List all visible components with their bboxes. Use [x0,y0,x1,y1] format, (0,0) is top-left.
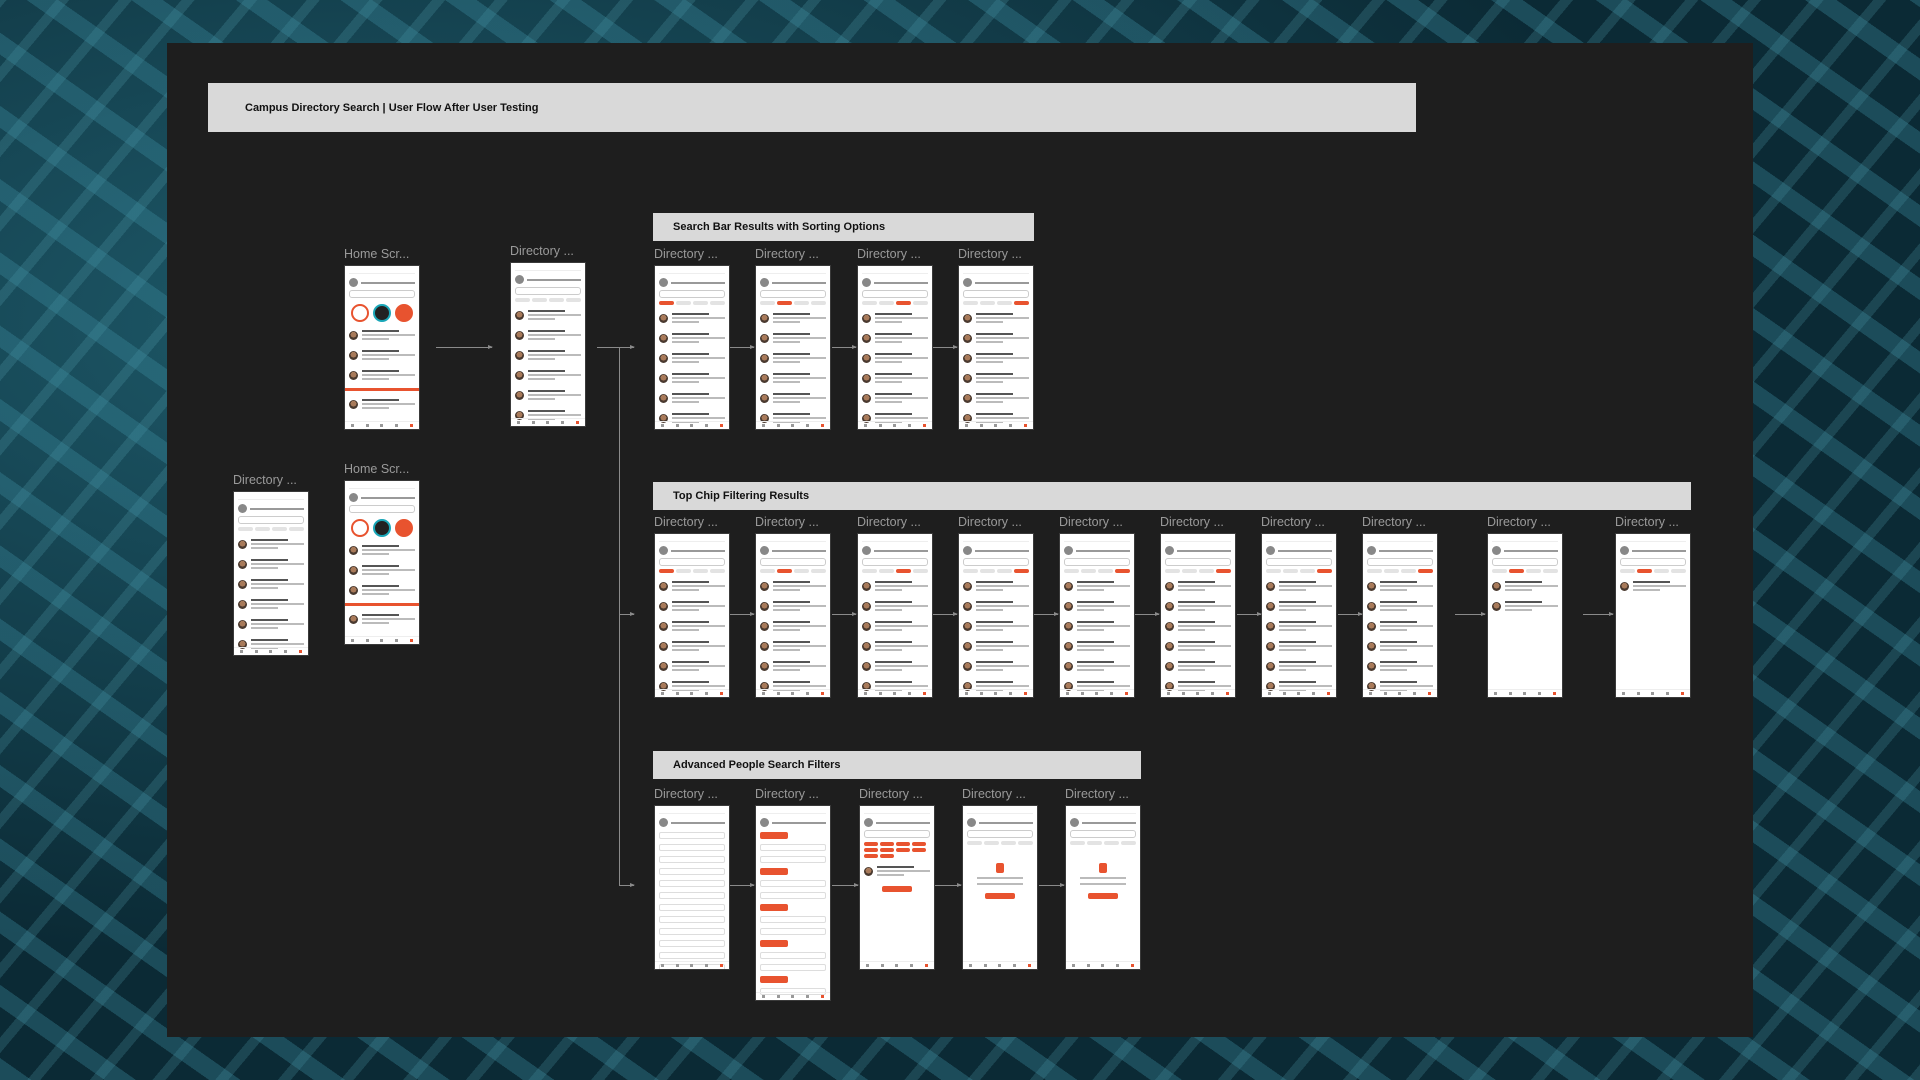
screen-chip-1-label: Directory ... [654,515,718,529]
screen-chip-5[interactable] [1059,533,1135,698]
flow-title: Campus Directory Search | User Flow Afte… [245,101,539,114]
screen-adv-4[interactable] [962,805,1038,970]
screen-chip-10[interactable] [1615,533,1691,698]
flow-arrow-13 [730,883,755,887]
screen-chip-3[interactable] [857,533,933,698]
flow-arrow-15 [935,883,962,887]
screen-directory-main-label: Directory ... [510,244,574,258]
flow-title-bar: Campus Directory Search | User Flow Afte… [208,83,1416,132]
screen-search-2-label: Directory ... [755,247,819,261]
section-top-chip-title: Top Chip Filtering Results [673,490,810,502]
screen-adv-1[interactable] [654,805,730,970]
flow-arrow-7 [1034,612,1059,616]
flow-arrow-11 [1455,612,1486,616]
screen-chip-2[interactable] [755,533,831,698]
screen-search-3[interactable] [857,265,933,430]
screen-chip-8[interactable] [1362,533,1438,698]
screen-adv-5-label: Directory ... [1065,787,1129,801]
flow-arrow-12 [1583,612,1614,616]
screen-adv-3-label: Directory ... [859,787,923,801]
screen-search-2[interactable] [755,265,831,430]
screen-search-3-label: Directory ... [857,247,921,261]
screen-chip-5-label: Directory ... [1059,515,1123,529]
screen-chip-3-label: Directory ... [857,515,921,529]
flow-arrow-4 [730,612,755,616]
screen-home-1-label: Home Scr... [344,247,410,261]
screen-search-1-label: Directory ... [654,247,718,261]
arrow-home-to-directory [436,345,493,349]
screen-chip-7-label: Directory ... [1261,515,1325,529]
flow-arrow-5 [832,612,857,616]
screen-chip-10-label: Directory ... [1615,515,1679,529]
screen-chip-9[interactable] [1487,533,1563,698]
arrow-to-advanced [619,883,635,887]
screen-adv-5[interactable] [1065,805,1141,970]
section-advanced: Advanced People Search Filters [653,751,1141,779]
branch-line [619,347,620,885]
section-search-bar: Search Bar Results with Sorting Options [653,213,1034,241]
screen-directory-left[interactable] [233,491,309,656]
screen-search-4[interactable] [958,265,1034,430]
screen-chip-4[interactable] [958,533,1034,698]
section-advanced-title: Advanced People Search Filters [673,759,841,771]
screen-chip-6[interactable] [1160,533,1236,698]
flow-arrow-2 [832,345,857,349]
screen-directory-left-label: Directory ... [233,473,297,487]
arrow-to-search-bar [597,345,635,349]
screen-adv-2-label: Directory ... [755,787,819,801]
screen-chip-1[interactable] [654,533,730,698]
screen-adv-4-label: Directory ... [962,787,1026,801]
screen-home-2-label: Home Scr... [344,462,410,476]
screen-chip-7[interactable] [1261,533,1337,698]
flow-arrow-16 [1039,883,1065,887]
screen-adv-1-label: Directory ... [654,787,718,801]
screen-chip-8-label: Directory ... [1362,515,1426,529]
flow-arrow-1 [730,345,755,349]
screen-search-1[interactable] [654,265,730,430]
screen-home-2[interactable] [344,480,420,645]
section-top-chip: Top Chip Filtering Results [653,482,1691,510]
screen-search-4-label: Directory ... [958,247,1022,261]
screen-chip-6-label: Directory ... [1160,515,1224,529]
screen-adv-3[interactable] [859,805,935,970]
flow-arrow-8 [1135,612,1160,616]
screen-home-1[interactable] [344,265,420,430]
flow-arrow-6 [933,612,958,616]
flow-arrow-3 [933,345,958,349]
screen-adv-2[interactable] [755,805,831,1001]
screen-chip-9-label: Directory ... [1487,515,1551,529]
screen-chip-2-label: Directory ... [755,515,819,529]
flow-arrow-10 [1338,612,1363,616]
section-search-bar-title: Search Bar Results with Sorting Options [673,221,886,233]
arrow-to-top-chip [619,612,635,616]
screen-chip-4-label: Directory ... [958,515,1022,529]
flow-arrow-14 [832,883,859,887]
screen-directory-main[interactable] [510,262,586,427]
flow-arrow-9 [1237,612,1262,616]
